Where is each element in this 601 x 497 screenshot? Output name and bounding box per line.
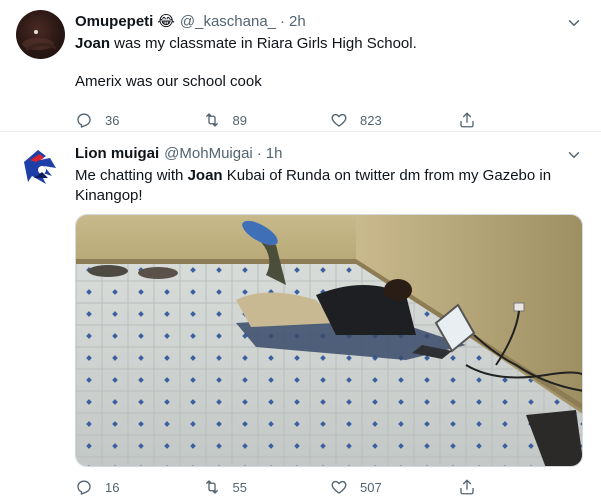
display-name[interactable]: Omupepeti <box>75 13 153 30</box>
retweet-count: 55 <box>232 479 247 495</box>
like-button[interactable]: 507 <box>330 478 458 496</box>
chevron-down-icon[interactable] <box>565 14 583 32</box>
heart-icon <box>331 113 347 127</box>
display-name[interactable]: Lion muigai <box>75 145 159 162</box>
chevron-down-icon[interactable] <box>565 146 583 164</box>
heart-icon <box>331 480 347 494</box>
reply-icon <box>77 113 91 128</box>
reply-icon <box>77 480 91 495</box>
user-handle[interactable]: @_kaschana_ <box>180 13 276 30</box>
reply-count: 16 <box>105 479 120 495</box>
avatar-image <box>16 142 65 191</box>
avatar[interactable] <box>16 142 65 191</box>
mention-joan: Joan <box>187 167 223 184</box>
reply-count: 36 <box>105 112 120 128</box>
tweet-text: Joan was my classmate in Riara Girls Hig… <box>75 34 585 92</box>
retweet-icon <box>205 480 218 494</box>
tweet-actions: 16 55 507 <box>75 475 585 497</box>
laughing-emoji: 😂 <box>157 13 175 30</box>
mention-joan: Joan <box>75 35 111 52</box>
tweet-actions: 36 89 823 <box>75 108 585 132</box>
separator-dot: · <box>256 144 262 162</box>
like-count: 507 <box>360 479 382 495</box>
tweet[interactable]: Lion muigai @MohMuigai · 1h Me chatting … <box>0 132 601 497</box>
retweet-button[interactable]: 55 <box>203 478 331 496</box>
separator-dot: · <box>280 12 285 30</box>
share-button[interactable] <box>458 111 586 129</box>
retweet-count: 89 <box>232 112 247 128</box>
like-button[interactable]: 823 <box>330 111 458 129</box>
photo-man-on-floor-with-laptop <box>76 215 582 466</box>
like-count: 823 <box>360 112 382 128</box>
tweet[interactable]: Omupepeti 😂 @_kaschana_ · 2h Joan was my… <box>0 0 601 132</box>
tweet-text-line-2: Amerix was our school cook <box>75 73 262 90</box>
tweet-text-part-1: Me chatting with <box>75 167 188 184</box>
avatar[interactable] <box>16 10 65 59</box>
share-button[interactable] <box>458 478 586 496</box>
reply-button[interactable]: 36 <box>75 111 203 129</box>
tweet-text-line-1: was my classmate in Riara Girls High Sch… <box>110 35 417 52</box>
reply-button[interactable]: 16 <box>75 478 203 496</box>
tweet-photo[interactable] <box>75 214 583 467</box>
retweet-icon <box>205 113 218 127</box>
tweet-text: Me chatting with Joan Kubai of Runda on … <box>75 166 585 206</box>
timestamp[interactable]: 2h <box>289 13 306 30</box>
avatar-image <box>22 30 57 52</box>
share-icon <box>459 112 474 128</box>
share-icon <box>459 479 474 495</box>
user-handle[interactable]: @MohMuigai <box>164 145 253 162</box>
retweet-button[interactable]: 89 <box>203 111 331 129</box>
timestamp[interactable]: 1h <box>266 145 283 162</box>
